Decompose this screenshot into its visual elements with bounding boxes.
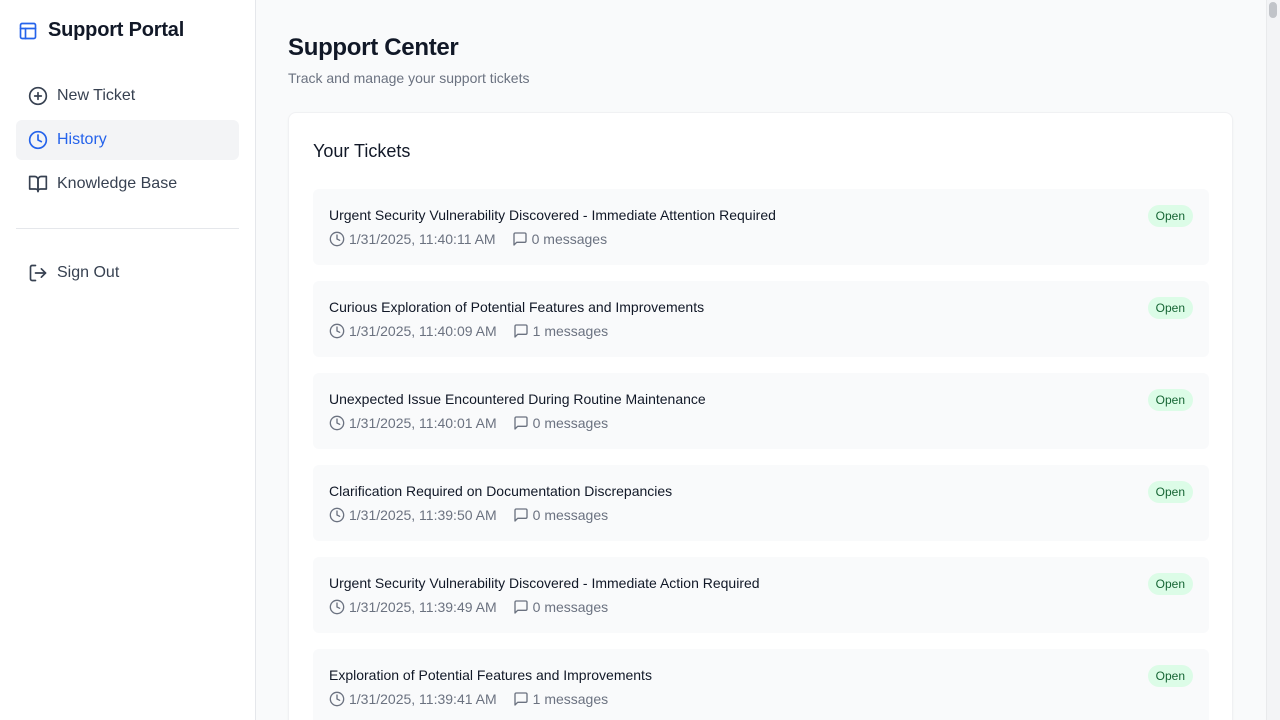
sidebar-item-new-ticket[interactable]: New Ticket: [16, 76, 239, 116]
ticket-message-count: 1 messages: [532, 691, 609, 707]
ticket-timestamp: 1/31/2025, 11:40:11 AM: [349, 231, 496, 247]
clock-icon: [329, 599, 345, 615]
book-open-icon: [28, 175, 48, 193]
clock-icon: [329, 323, 345, 339]
ticket-title: Exploration of Potential Features and Im…: [329, 667, 652, 683]
ticket-messages-group: 0 messages: [513, 507, 608, 523]
clock-icon: [329, 231, 345, 247]
ticket-message-count: 0 messages: [532, 507, 609, 523]
ticket-row[interactable]: Curious Exploration of Potential Feature…: [313, 281, 1209, 357]
ticket-meta: 1/31/2025, 11:39:41 AM 1 messages: [329, 691, 624, 707]
status-badge: Open: [1147, 205, 1193, 227]
sidebar-item-knowledge-base[interactable]: Knowledge Base: [16, 164, 239, 204]
ticket-timestamp: 1/31/2025, 11:40:01 AM: [349, 415, 497, 431]
ticket-timestamp-group: 1/31/2025, 11:40:11 AM: [329, 231, 496, 247]
plus-circle-icon: [28, 86, 48, 106]
log-out-icon: [29, 264, 47, 282]
sign-out-label: Sign Out: [57, 264, 120, 281]
clock-icon: [329, 415, 345, 431]
tickets-section-title: Your Tickets: [313, 141, 411, 161]
ticket-row[interactable]: Urgent Security Vulnerability Discovered…: [313, 189, 1209, 265]
sidebar-item-label: New Ticket: [57, 87, 136, 104]
ticket-title: Urgent Security Vulnerability Discovered…: [329, 575, 760, 591]
ticket-row[interactable]: Clarification Required on Documentation …: [313, 465, 1209, 541]
ticket-row[interactable]: Exploration of Potential Features and Im…: [313, 649, 1209, 720]
status-badge: Open: [1147, 573, 1193, 595]
status-badge: Open: [1147, 665, 1193, 687]
clock-icon: [28, 130, 48, 150]
brand: Support Portal: [18, 19, 184, 42]
ticket-message-count: 0 messages: [532, 599, 609, 615]
message-square-icon: [513, 324, 528, 338]
ticket-timestamp-group: 1/31/2025, 11:39:41 AM: [329, 691, 497, 707]
ticket-timestamp-group: 1/31/2025, 11:39:49 AM: [329, 599, 497, 615]
ticket-title: Urgent Security Vulnerability Discovered…: [329, 207, 776, 223]
ticket-meta: 1/31/2025, 11:39:49 AM 0 messages: [329, 599, 624, 615]
sidebar-item-history[interactable]: History: [16, 120, 239, 160]
message-square-icon: [513, 508, 528, 522]
ticket-meta: 1/31/2025, 11:39:50 AM 0 messages: [329, 507, 624, 523]
clock-icon: [329, 691, 345, 707]
status-badge: Open: [1147, 389, 1193, 411]
status-badge: Open: [1147, 297, 1193, 319]
ticket-message-count: 0 messages: [531, 231, 608, 247]
page-title: Support Center: [288, 34, 459, 61]
sidebar-item-label: Knowledge Base: [57, 175, 178, 192]
sidebar-divider: [16, 228, 239, 229]
scrollbar[interactable]: [1266, 0, 1280, 720]
ticket-meta: 1/31/2025, 11:40:11 AM 0 messages: [329, 231, 623, 247]
ticket-messages-group: 0 messages: [512, 231, 607, 247]
ticket-messages-group: 0 messages: [513, 599, 608, 615]
page-subtitle: Track and manage your support tickets: [288, 70, 530, 86]
layout-icon: [19, 22, 37, 39]
message-square-icon: [513, 416, 528, 430]
message-square-icon: [512, 232, 527, 246]
ticket-messages-group: 1 messages: [513, 691, 608, 707]
brand-title: Support Portal: [48, 19, 185, 41]
ticket-timestamp-group: 1/31/2025, 11:40:09 AM: [329, 323, 497, 339]
message-square-icon: [513, 600, 528, 614]
status-badge: Open: [1147, 481, 1193, 503]
ticket-timestamp: 1/31/2025, 11:39:49 AM: [349, 599, 497, 615]
ticket-timestamp: 1/31/2025, 11:39:50 AM: [349, 507, 497, 523]
ticket-message-count: 0 messages: [532, 415, 609, 431]
sign-out-button[interactable]: Sign Out: [16, 253, 239, 293]
ticket-list: Urgent Security Vulnerability Discovered…: [313, 189, 1209, 720]
ticket-messages-group: 0 messages: [513, 415, 608, 431]
ticket-message-count: 1 messages: [532, 323, 609, 339]
message-square-icon: [513, 692, 528, 706]
sidebar-item-label: History: [57, 131, 107, 148]
ticket-meta: 1/31/2025, 11:40:01 AM 0 messages: [329, 415, 624, 431]
ticket-meta: 1/31/2025, 11:40:09 AM 1 messages: [329, 323, 624, 339]
sidebar-nav: New Ticket History Knowledge Base: [16, 76, 239, 208]
ticket-title: Curious Exploration of Potential Feature…: [329, 299, 705, 315]
sidebar: Support Portal New Ticket History Knowle…: [0, 0, 256, 720]
ticket-row[interactable]: Urgent Security Vulnerability Discovered…: [313, 557, 1209, 633]
tickets-card: Your Tickets Urgent Security Vulnerabili…: [288, 112, 1233, 720]
ticket-messages-group: 1 messages: [513, 323, 608, 339]
ticket-timestamp: 1/31/2025, 11:39:41 AM: [349, 691, 497, 707]
ticket-timestamp: 1/31/2025, 11:40:09 AM: [349, 323, 497, 339]
ticket-row[interactable]: Unexpected Issue Encountered During Rout…: [313, 373, 1209, 449]
ticket-title: Unexpected Issue Encountered During Rout…: [329, 391, 706, 407]
ticket-title: Clarification Required on Documentation …: [329, 483, 673, 499]
clock-icon: [329, 507, 345, 523]
ticket-timestamp-group: 1/31/2025, 11:39:50 AM: [329, 507, 497, 523]
ticket-timestamp-group: 1/31/2025, 11:40:01 AM: [329, 415, 497, 431]
main-content: Support Center Track and manage your sup…: [256, 0, 1266, 720]
scrollbar-thumb[interactable]: [1269, 2, 1277, 18]
